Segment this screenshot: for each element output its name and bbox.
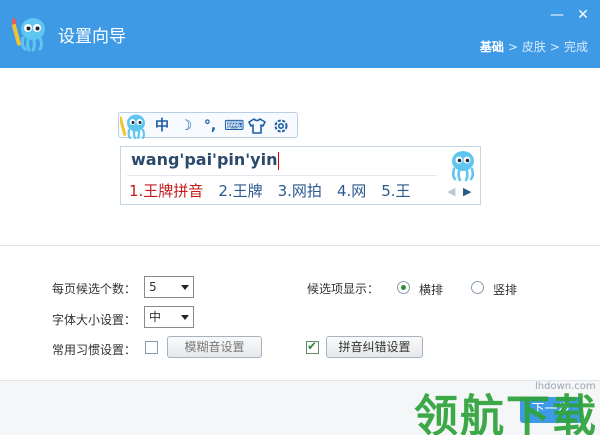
chevron-down-icon <box>177 277 193 297</box>
display-mode-label: 候选项显示： <box>307 282 380 296</box>
pinyin-string: wang'pai'pin'yin <box>131 150 278 169</box>
watermark-text: 领航下载 <box>414 391 598 435</box>
candidate-item[interactable]: 4.网 <box>337 182 366 200</box>
punctuation-icon[interactable]: °, <box>200 116 220 136</box>
candidate-item[interactable]: 3.网拍 <box>278 182 322 200</box>
skin-shirt-icon[interactable] <box>248 118 266 134</box>
candidate-list: 1.王牌拼音 2.王牌 3.网拍 4.网 5.王 <box>129 180 426 201</box>
habit-label: 常用习惯设置： <box>52 343 137 357</box>
step-basic: 基础 <box>479 40 504 54</box>
prev-page-icon[interactable]: ◀ <box>447 185 455 198</box>
step-finish: 完成 <box>563 40 588 54</box>
candidate-item[interactable]: 5.王 <box>381 182 410 200</box>
ime-status-bar: 中 ☽ °, ⌨ <box>118 112 298 140</box>
vertical-radio[interactable] <box>471 281 484 294</box>
step-skin: 皮肤 <box>521 40 546 54</box>
gear-icon[interactable] <box>272 117 290 135</box>
candidate-item[interactable]: 1.王牌拼音 <box>129 182 203 200</box>
correction-settings-button[interactable]: 拼音纠错设置 <box>326 336 423 358</box>
keyboard-icon[interactable]: ⌨ <box>224 116 244 136</box>
font-size-select[interactable]: 中 <box>144 306 194 328</box>
title-bar: 设置向导 — ✕ 基础 > 皮肤 > 完成 <box>0 0 600 68</box>
chinese-mode-icon[interactable]: 中 <box>152 116 172 136</box>
octopus-mascot-icon <box>451 151 475 182</box>
correction-checkbox[interactable] <box>306 339 319 354</box>
font-size-value: 中 <box>149 310 162 324</box>
pinyin-input-text: wang'pai'pin'yin <box>131 150 280 170</box>
per-page-select[interactable]: 5 <box>144 276 194 298</box>
horizontal-radio[interactable] <box>397 281 410 294</box>
per-page-value: 5 <box>149 280 157 294</box>
next-page-icon[interactable]: ▶ <box>463 185 471 198</box>
candidate-item[interactable]: 2.王牌 <box>218 182 262 200</box>
step-separator: > <box>507 40 518 54</box>
per-page-label: 每页候选个数： <box>52 282 137 296</box>
window-title: 设置向导 <box>58 27 126 47</box>
octopus-logo-icon <box>12 18 45 52</box>
step-separator: > <box>549 40 560 54</box>
horizontal-radio-label[interactable]: 横排 <box>419 281 443 298</box>
close-button[interactable]: ✕ <box>574 6 592 24</box>
chevron-down-icon <box>177 307 193 327</box>
fuzzy-checkbox[interactable] <box>145 341 158 354</box>
candidate-divider <box>127 175 437 176</box>
font-size-label: 字体大小设置： <box>52 313 137 327</box>
minimize-button[interactable]: — <box>548 6 566 24</box>
vertical-radio-label[interactable]: 竖排 <box>493 281 517 298</box>
candidate-window: wang'pai'pin'yin 1.王牌拼音 2.王牌 3.网拍 4.网 5.王 ◀ … <box>120 146 481 205</box>
text-caret <box>278 151 280 170</box>
fuzzy-settings-button[interactable]: 模糊音设置 <box>167 336 262 358</box>
step-breadcrumb: 基础 > 皮肤 > 完成 <box>480 38 588 55</box>
section-divider <box>0 245 600 246</box>
octopus-logo-icon <box>120 114 146 140</box>
moon-icon[interactable]: ☽ <box>176 116 196 136</box>
